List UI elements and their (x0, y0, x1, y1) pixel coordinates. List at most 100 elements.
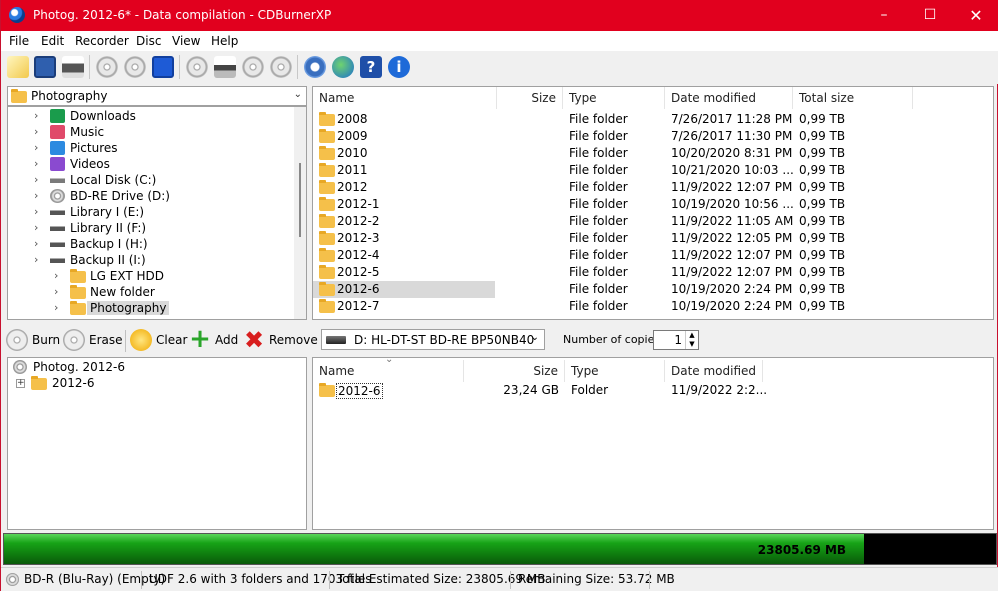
remove-button[interactable]: ✖ Remove (243, 326, 318, 354)
expand-icon[interactable]: + (16, 379, 25, 388)
drive-icon (50, 221, 65, 235)
save-button[interactable] (31, 53, 57, 81)
chevron-down-icon[interactable]: ⌄ (294, 89, 302, 100)
drive-label: D: HL-DT-ST BD-RE BP50NB40 (354, 333, 535, 347)
drive-icon (50, 205, 65, 219)
toolbar-separator (179, 55, 180, 79)
chevron-right-icon[interactable]: › (54, 285, 58, 298)
stepper-arrows[interactable]: ▲ ▼ (685, 331, 698, 349)
file-type: File folder (569, 146, 628, 160)
toolbar-separator (125, 330, 126, 352)
eject-button[interactable] (267, 53, 293, 81)
settings-icon (304, 56, 326, 78)
folder-icon (319, 146, 335, 160)
menu-disc[interactable]: Disc (136, 34, 161, 48)
close-button[interactable]: ✕ (953, 0, 998, 31)
burn-button[interactable]: Burn (6, 327, 60, 353)
file-type: File folder (569, 265, 628, 279)
compilation-child[interactable]: 2012-6 (52, 376, 95, 390)
copies-stepper[interactable]: 1 ▲ ▼ (653, 330, 699, 350)
remove-x-icon: ✖ (243, 326, 265, 354)
menu-help[interactable]: Help (211, 34, 238, 48)
compilation-root[interactable]: Photog. 2012-6 (33, 360, 125, 374)
file-type: File folder (569, 129, 628, 143)
scrollbar-thumb[interactable] (299, 163, 301, 237)
file-total-size: 0,99 TB (799, 282, 846, 296)
folder-tree[interactable]: › Downloads › Music › Pictures › Videos › Local D… (7, 106, 307, 320)
drive-select[interactable]: D: HL-DT-ST BD-RE BP50NB40 ⌄ (321, 329, 545, 350)
erase-button[interactable]: Erase (63, 327, 123, 353)
chevron-right-icon[interactable]: › (34, 237, 38, 250)
print-button[interactable] (59, 53, 85, 81)
compilation-row[interactable]: 2012-6 23,24 GB Folder 11/9/2022 2:2... (313, 382, 993, 399)
web-button[interactable] (329, 53, 355, 81)
disc-info-button[interactable] (183, 53, 209, 81)
chevron-down-icon[interactable]: ⌄ (531, 332, 539, 343)
new-icon (7, 56, 29, 78)
file-total-size: 0,99 TB (799, 214, 846, 228)
help-button[interactable]: ? (357, 53, 383, 81)
file-date: 11/9/2022 12:05 PM (671, 231, 793, 245)
file-type: File folder (569, 299, 628, 313)
disc-icon (13, 360, 27, 374)
add-button[interactable]: + Add (189, 324, 239, 354)
drive-icon (50, 237, 65, 251)
chevron-right-icon[interactable]: › (34, 173, 38, 186)
col-date-modified[interactable]: Date modified (665, 87, 793, 109)
verify-disc-button[interactable] (121, 53, 147, 81)
chevron-right-icon[interactable]: › (34, 189, 38, 202)
menu-edit[interactable]: Edit (41, 34, 64, 48)
minimize-button[interactable]: – (861, 0, 907, 31)
capacity-bar: 23805.69 MB (3, 533, 997, 565)
col-type[interactable]: Type (565, 360, 665, 382)
menu-file[interactable]: File (9, 34, 29, 48)
copies-value[interactable]: 1 (674, 333, 682, 347)
menu-recorder[interactable]: Recorder (75, 34, 129, 48)
tree-scrollbar[interactable] (294, 107, 306, 319)
stop-button[interactable] (149, 53, 175, 81)
col-date-modified[interactable]: Date modified (665, 360, 763, 382)
file-total-size: 0,99 TB (799, 299, 846, 313)
plus-icon: + (189, 324, 211, 354)
item-size: 23,24 GB (503, 383, 559, 397)
chevron-right-icon[interactable]: › (54, 269, 58, 282)
file-total-size: 0,99 TB (799, 265, 846, 279)
location-combo[interactable]: Photography ⌄ (7, 86, 307, 106)
menu-view[interactable]: View (172, 34, 200, 48)
chevron-right-icon[interactable]: › (34, 157, 38, 170)
col-size[interactable]: Size (497, 87, 563, 109)
col-size[interactable]: Size (464, 360, 565, 382)
chevron-right-icon[interactable]: › (54, 301, 58, 314)
main-toolbar: ? i (1, 51, 998, 84)
folder-icon (319, 163, 335, 177)
file-list[interactable]: Name Size Type Date modified Total size … (312, 86, 994, 320)
compilation-file-list[interactable]: Name Size Type Date modified ⌄ 2012-6 23… (312, 354, 994, 530)
chevron-right-icon[interactable]: › (34, 253, 38, 266)
new-button[interactable] (4, 53, 30, 81)
chevron-right-icon[interactable]: › (34, 221, 38, 234)
col-total-size[interactable]: Total size (793, 87, 913, 109)
settings-button[interactable] (301, 53, 327, 81)
folder-icon (319, 214, 335, 228)
chevron-right-icon[interactable]: › (34, 125, 38, 138)
file-type: File folder (569, 163, 628, 177)
erase-disc-button[interactable] (93, 53, 119, 81)
tree-item-label: Videos (70, 157, 110, 171)
chevron-right-icon[interactable]: › (34, 205, 38, 218)
tree-item-label: BD-RE Drive (D:) (70, 189, 170, 203)
compilation-tree[interactable]: Photog. 2012-6 + 2012-6 (7, 357, 307, 530)
folder-icon (11, 89, 27, 103)
about-button[interactable]: i (385, 53, 411, 81)
drive-button[interactable] (211, 53, 237, 81)
maximize-button[interactable]: ☐ (907, 0, 953, 31)
col-type[interactable]: Type (563, 87, 665, 109)
load-button[interactable] (239, 53, 265, 81)
status-bar: BD-R (Blu-Ray) (Empty) UDF 2.6 with 3 fo… (1, 567, 998, 591)
chevron-right-icon[interactable]: › (34, 109, 38, 122)
tree-item-label: Backup I (H:) (70, 237, 148, 251)
capacity-label: 23805.69 MB (757, 543, 847, 557)
chevron-right-icon[interactable]: › (34, 141, 38, 154)
clear-button[interactable]: Clear (130, 327, 187, 353)
status-disc: BD-R (Blu-Ray) (Empty) (24, 572, 166, 586)
download-icon (50, 109, 65, 123)
